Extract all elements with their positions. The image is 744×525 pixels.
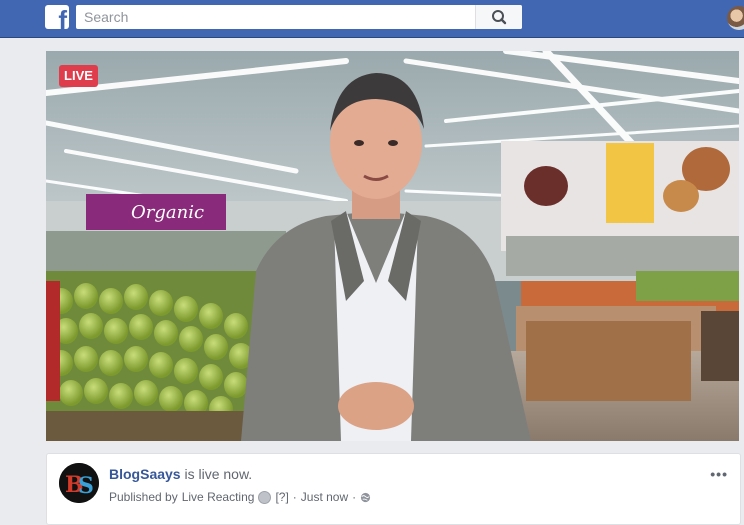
organic-sign-text: Organic <box>131 202 204 223</box>
page-avatar[interactable]: B S <box>59 463 99 503</box>
app-badge-icon <box>258 490 272 504</box>
post-card: B S BlogSaays is live now. Published by … <box>46 453 741 525</box>
more-options-icon[interactable]: ••• <box>710 466 728 482</box>
live-status-text: is live now. <box>184 466 253 482</box>
live-video-player[interactable]: Organic LIVE <box>46 51 739 441</box>
post-meta: Published by Live Reacting [?] · Just no… <box>109 490 371 504</box>
svg-text:S: S <box>78 473 94 499</box>
author-link[interactable]: BlogSaays <box>109 466 181 482</box>
facebook-logo-icon[interactable]: f <box>45 5 69 29</box>
video-frame: Organic <box>46 51 739 441</box>
help-tag[interactable]: [?] <box>275 490 288 504</box>
profile-avatar[interactable] <box>727 6 744 30</box>
top-navigation-bar: f <box>0 0 744 38</box>
live-badge: LIVE <box>59 65 98 87</box>
timestamp-link[interactable]: Just now <box>301 490 348 504</box>
search-button[interactable] <box>475 5 522 29</box>
published-by-label: Published by <box>109 490 178 504</box>
publisher-link[interactable]: Live Reacting <box>182 490 255 504</box>
search-icon <box>492 10 507 25</box>
post-title: BlogSaays is live now. <box>109 466 252 482</box>
logo-letter: f <box>58 5 67 29</box>
blogsaays-logo-icon: B S <box>59 463 99 503</box>
meta-separator-2: · <box>352 490 357 504</box>
meta-separator: · <box>292 490 297 504</box>
search-input[interactable] <box>76 5 482 29</box>
globe-icon[interactable] <box>360 492 371 503</box>
search-box <box>76 5 522 29</box>
